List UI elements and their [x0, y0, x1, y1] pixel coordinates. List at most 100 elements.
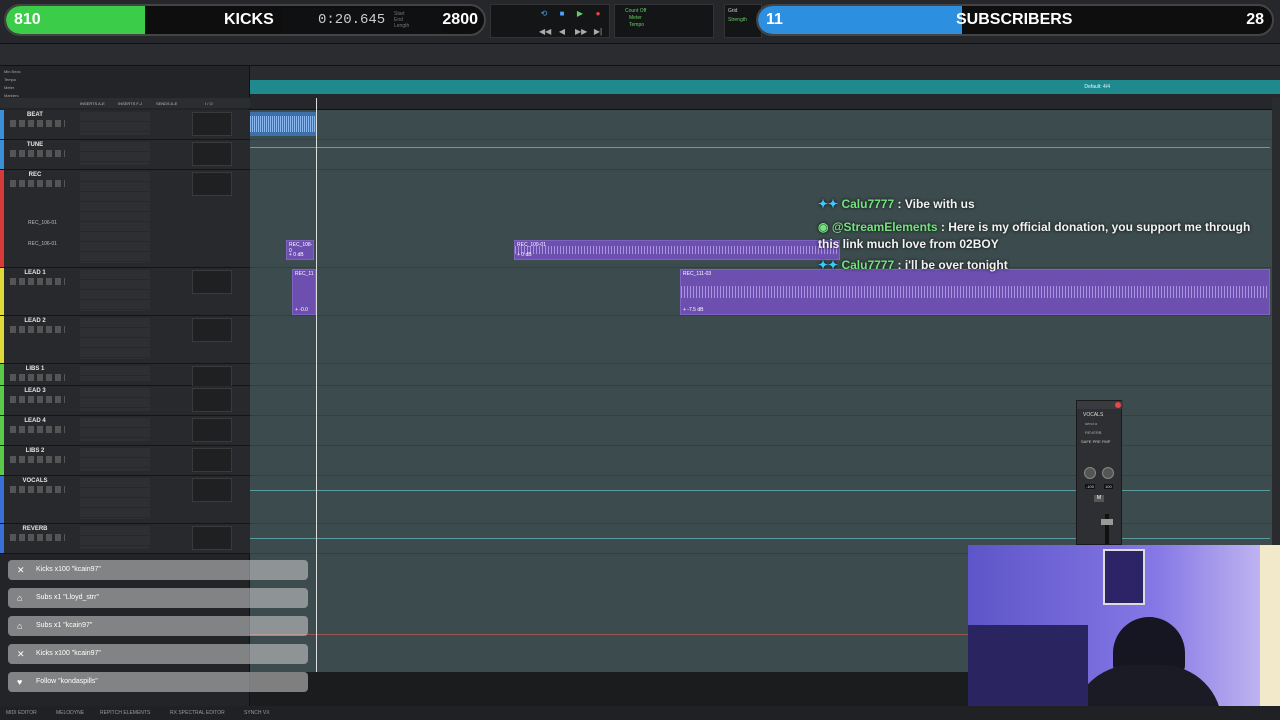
track-buttons[interactable] [10, 396, 65, 403]
io-selector[interactable] [192, 388, 232, 412]
beat-clip[interactable] [250, 112, 316, 136]
subscribers-goal-bar: 11 SUBSCRIBERS 28 [756, 4, 1274, 36]
track-lane[interactable] [250, 140, 1272, 170]
insert-slots[interactable] [80, 388, 150, 411]
clip-rec-111[interactable]: REC_111-03 + -7.5 dB [680, 269, 1270, 315]
track-name[interactable]: LEAD 4 [10, 418, 60, 424]
track-buttons[interactable] [10, 426, 65, 433]
screen: 810 KICKS 2800 0:20.645 Start End Length… [0, 0, 1280, 720]
track-buttons[interactable] [10, 120, 65, 127]
io-selector[interactable] [192, 478, 232, 502]
markers-ruler[interactable] [250, 94, 1280, 110]
track-header[interactable]: LEAD 1 [0, 268, 250, 316]
tab-repitch-elements[interactable]: REPITCH ELEMENTS [100, 710, 150, 716]
track-buttons[interactable] [10, 486, 65, 493]
insert-slots[interactable] [80, 142, 150, 165]
insert-slots[interactable] [80, 112, 150, 135]
track-name[interactable]: VOCALS [10, 478, 60, 484]
insert-slots[interactable] [80, 448, 150, 471]
tab-rx-spectral-editor[interactable]: RX SPECTRAL EDITOR [170, 710, 225, 716]
track-buttons[interactable] [10, 150, 65, 157]
meter-ruler[interactable]: Default: 4/4 [250, 80, 1280, 94]
grid-label[interactable]: Grid [728, 8, 737, 14]
track-header[interactable]: VOCALS [0, 476, 250, 524]
track-header[interactable]: LEAD 4 [0, 416, 250, 446]
play-icon[interactable]: ▶ [575, 9, 585, 19]
send-window-titlebar[interactable] [1077, 401, 1123, 409]
io-selector[interactable] [192, 112, 232, 136]
playhead-cursor[interactable] [316, 98, 317, 672]
tab-melodyne[interactable]: MELODYNE [56, 710, 84, 716]
track-header[interactable]: LIBS 1 [0, 364, 250, 390]
fmp-button[interactable]: FMP [1102, 439, 1110, 444]
close-icon[interactable] [1115, 402, 1121, 408]
track-lane[interactable] [250, 364, 1272, 386]
clip-rec-108[interactable]: REC_108-0 + 0 dB [286, 240, 314, 260]
track-header[interactable]: REC [0, 170, 250, 268]
track-name[interactable]: LIBS 2 [10, 448, 60, 454]
clip-rec-109[interactable]: REC_109-01 + 0 dB [514, 240, 840, 260]
insert-slots[interactable] [80, 270, 150, 311]
track-name[interactable]: REVERB [10, 526, 60, 532]
track-name[interactable]: LIBS 1 [10, 366, 60, 372]
track-header[interactable]: TUNE [0, 140, 250, 170]
send-window[interactable]: VOCALS send a REVERB SAFE PRE FMP -100 1… [1076, 400, 1123, 545]
track-buttons[interactable] [10, 534, 65, 541]
mute-button[interactable]: M [1094, 495, 1104, 502]
safe-button[interactable]: SAFE [1081, 439, 1091, 444]
pre-button[interactable]: PRE [1093, 439, 1101, 444]
track-name[interactable]: BEAT [10, 112, 60, 118]
timeline-ruler[interactable] [250, 66, 1280, 80]
track-buttons[interactable] [10, 456, 65, 463]
insert-slots[interactable] [80, 418, 150, 441]
io-selector[interactable] [192, 526, 232, 550]
record-icon[interactable]: ● [593, 9, 603, 19]
send-destination[interactable]: REVERB [1085, 430, 1101, 435]
track-name[interactable]: LEAD 2 [10, 318, 60, 324]
track-buttons[interactable] [10, 180, 65, 187]
track-buttons[interactable] [10, 326, 65, 333]
back-icon[interactable]: ◀ [557, 27, 567, 37]
io-selector[interactable] [192, 142, 232, 166]
strength-label[interactable]: Strength [728, 17, 747, 23]
insert-slots[interactable] [80, 318, 150, 359]
io-selector[interactable] [192, 448, 232, 472]
send-fader-handle[interactable] [1101, 519, 1113, 525]
io-selector[interactable] [192, 270, 232, 294]
stop-icon[interactable]: ■ [557, 9, 567, 19]
insert-slots[interactable] [80, 172, 150, 263]
track-name[interactable]: LEAD 1 [10, 270, 60, 276]
track-header[interactable]: LEAD 2 [0, 316, 250, 364]
meter-label[interactable]: Meter [629, 15, 642, 21]
send-selector[interactable]: send a [1085, 421, 1097, 426]
forward-icon[interactable]: ▶▶ [575, 27, 587, 37]
track-lane[interactable] [250, 110, 1272, 140]
track-buttons[interactable] [10, 374, 65, 381]
insert-slots[interactable] [80, 526, 150, 549]
track-header[interactable]: REVERB [0, 524, 250, 554]
io-selector[interactable] [192, 172, 232, 196]
pan-knob-left[interactable] [1084, 467, 1096, 479]
track-name[interactable]: LEAD 3 [10, 388, 60, 394]
track-lane[interactable] [250, 316, 1272, 364]
clip-rec-11[interactable]: REC_11 + -0.0 [292, 269, 316, 315]
io-selector[interactable] [192, 318, 232, 342]
track-header[interactable]: LEAD 3 [0, 386, 250, 416]
rewind-icon[interactable]: ◀◀ [539, 27, 551, 37]
io-selector[interactable] [192, 418, 232, 442]
track-header[interactable]: LIBS 2 [0, 446, 250, 476]
track-name[interactable]: REC [10, 172, 60, 178]
insert-slots[interactable] [80, 366, 150, 381]
count-off-label[interactable]: Count Off [625, 8, 646, 14]
track-name[interactable]: TUNE [10, 142, 60, 148]
tab-midi-editor[interactable]: MIDI EDITOR [6, 710, 37, 716]
pan-knob-right[interactable] [1102, 467, 1114, 479]
tempo-label[interactable]: Tempo [629, 22, 644, 28]
end-icon[interactable]: ▶| [593, 27, 603, 37]
clip-gain: + -7.5 dB [683, 307, 704, 313]
tab-synch-vx[interactable]: SYNCH VX [244, 710, 270, 716]
track-header[interactable]: BEAT [0, 110, 250, 140]
loop-icon[interactable]: ⟲ [539, 9, 549, 19]
insert-slots[interactable] [80, 478, 150, 519]
track-buttons[interactable] [10, 278, 65, 285]
